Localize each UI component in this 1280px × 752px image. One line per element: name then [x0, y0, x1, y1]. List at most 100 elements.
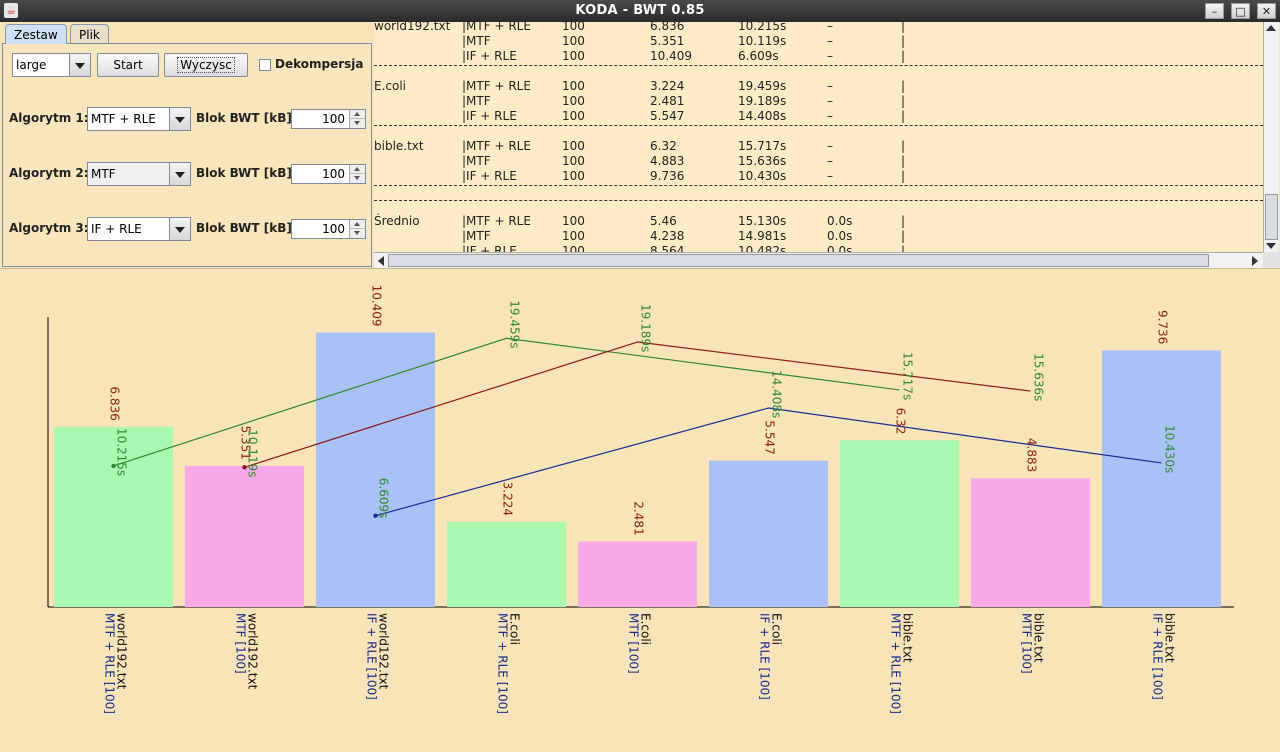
time-cell: 10.119s — [738, 34, 787, 48]
scroll-down-icon[interactable] — [1266, 243, 1276, 249]
block-cell: 100 — [562, 79, 585, 93]
algorithm-cell: |MTF + RLE — [462, 214, 531, 228]
bar-value-label: 6.836 — [108, 386, 122, 420]
block-2-value: 100 — [322, 167, 345, 181]
time-cell: 15.636s — [738, 154, 787, 168]
algorithm-1-value: MTF + RLE — [91, 112, 156, 126]
row-end-cell: | — [901, 94, 906, 108]
algorithm-cell: |MTF — [462, 94, 491, 108]
start-button[interactable]: Start — [97, 53, 159, 77]
time-value-label: 6.609s — [377, 478, 391, 519]
ratio-cell: 5.351 — [650, 34, 685, 48]
decompress-checkbox[interactable] — [259, 59, 271, 71]
spinner-down-icon[interactable] — [349, 174, 365, 183]
row-separator — [374, 125, 1263, 126]
algorithm-1-select[interactable]: MTF + RLE — [87, 107, 191, 131]
block-2-label: Blok BWT [kB]: — [196, 166, 297, 180]
bar — [316, 332, 435, 607]
tab-zestaw[interactable]: Zestaw — [5, 24, 67, 44]
chevron-down-icon[interactable] — [169, 218, 190, 240]
bar-value-label: 3.224 — [501, 482, 515, 516]
block-cell: 100 — [562, 34, 585, 48]
row-separator — [374, 185, 1263, 186]
bar-value-label: 9.736 — [1156, 310, 1170, 344]
time-value-label: 19.189s — [639, 304, 653, 352]
ratio-cell: 4.883 — [650, 154, 685, 168]
minimize-icon[interactable]: – — [1205, 3, 1224, 19]
algorithm-2-select[interactable]: MTF — [87, 162, 191, 186]
dataset-select[interactable]: large — [12, 53, 91, 77]
algorithm-cell: |MTF — [462, 34, 491, 48]
decompress-time-cell: – — [827, 109, 833, 123]
spinner-up-icon[interactable] — [349, 110, 365, 119]
decompress-time-cell: – — [827, 34, 833, 48]
scroll-right-icon[interactable] — [1252, 256, 1258, 266]
time-cell: 10.430s — [738, 169, 787, 183]
time-value-label: 10.215s — [115, 428, 129, 476]
row-end-cell: | — [901, 79, 906, 93]
window-title: KODA - BWT 0.85 — [575, 3, 705, 18]
block-3-spinner[interactable]: 100 — [291, 219, 366, 239]
bar-value-label: 5.547 — [763, 420, 777, 454]
time-cell: 15.130s — [738, 214, 787, 228]
decompress-time-cell: 0.0s — [827, 229, 853, 243]
ratio-cell: 4.238 — [650, 229, 685, 243]
algorithm-cell: |MTF + RLE — [462, 22, 531, 33]
file-cell: Średnio — [374, 214, 420, 228]
spinner-up-icon[interactable] — [349, 220, 365, 229]
chart-svg: 6.8365.35110.4093.2242.4815.547 6.324.883… — [47, 285, 1234, 714]
bar — [709, 460, 828, 607]
spinner-down-icon[interactable] — [349, 229, 365, 238]
ratio-cell: 2.481 — [650, 94, 685, 108]
row-end-cell: | — [901, 49, 906, 63]
ratio-cell: 10.409 — [650, 49, 692, 63]
bar-value-label: 6.32 — [894, 408, 908, 435]
dataset-value: large — [16, 58, 47, 72]
scroll-left-icon[interactable] — [378, 256, 384, 266]
spinner-down-icon[interactable] — [349, 119, 365, 128]
algorithm-3-value: IF + RLE — [91, 222, 142, 236]
category-algorithm-label: MTF [100] — [627, 613, 641, 674]
algorithm-3-select[interactable]: IF + RLE — [87, 217, 191, 241]
category-algorithm-label: MTF + RLE [100] — [496, 613, 510, 714]
horizontal-scroll-thumb[interactable] — [388, 254, 1209, 267]
bar-value-label: 2.481 — [632, 501, 646, 535]
ratio-cell: 6.836 — [650, 22, 685, 33]
algorithm-1-label: Algorytm 1: — [9, 111, 89, 125]
vertical-scroll-thumb[interactable] — [1265, 194, 1278, 240]
close-icon[interactable]: ✕ — [1257, 3, 1276, 19]
block-cell: 100 — [562, 139, 585, 153]
category-algorithm-label: MTF [100] — [1020, 613, 1034, 674]
block-3-label: Blok BWT [kB]: — [196, 221, 297, 235]
decompress-time-cell: 0.0s — [827, 214, 853, 228]
block-2-spinner[interactable]: 100 — [291, 164, 366, 184]
chevron-down-icon[interactable] — [69, 54, 90, 76]
clear-button[interactable]: Wyczysc — [164, 53, 248, 77]
maximize-icon[interactable]: □ — [1231, 3, 1250, 19]
decompress-label: Dekompersja — [275, 57, 364, 71]
results-table[interactable]: world192.txt |MTF + RLE 100 6.836 10.215s – | |… — [374, 22, 1263, 252]
bar — [578, 541, 697, 607]
time-value-label: 19.459s — [508, 300, 522, 348]
ratio-cell: 8.564 — [650, 244, 685, 252]
tab-plik[interactable]: Plik — [70, 24, 109, 44]
algorithm-2-label: Algorytm 2: — [9, 166, 89, 180]
chevron-down-icon[interactable] — [169, 163, 190, 185]
scroll-up-icon[interactable] — [1266, 25, 1276, 31]
results-vertical-scrollbar[interactable] — [1263, 22, 1279, 252]
row-end-cell: | — [901, 214, 906, 228]
chevron-down-icon[interactable] — [169, 108, 190, 130]
time-value-label: 15.636s — [1032, 353, 1046, 401]
category-algorithm-label: MTF + RLE [100] — [889, 613, 903, 714]
block-cell: 100 — [562, 22, 585, 33]
category-algorithm-label: IF + RLE [100] — [365, 613, 379, 700]
time-cell: 10.482s — [738, 244, 787, 252]
spinner-up-icon[interactable] — [349, 165, 365, 174]
row-end-cell: | — [901, 244, 906, 252]
block-cell: 100 — [562, 49, 585, 63]
chart-area: 6.836 5.351 10.409 3.224 2.481 5.547 6.32 4.883… — [0, 268, 1280, 750]
decompress-time-cell: – — [827, 94, 833, 108]
block-1-spinner[interactable]: 100 — [291, 109, 366, 129]
bar — [840, 440, 959, 607]
results-horizontal-scrollbar[interactable] — [374, 252, 1263, 268]
